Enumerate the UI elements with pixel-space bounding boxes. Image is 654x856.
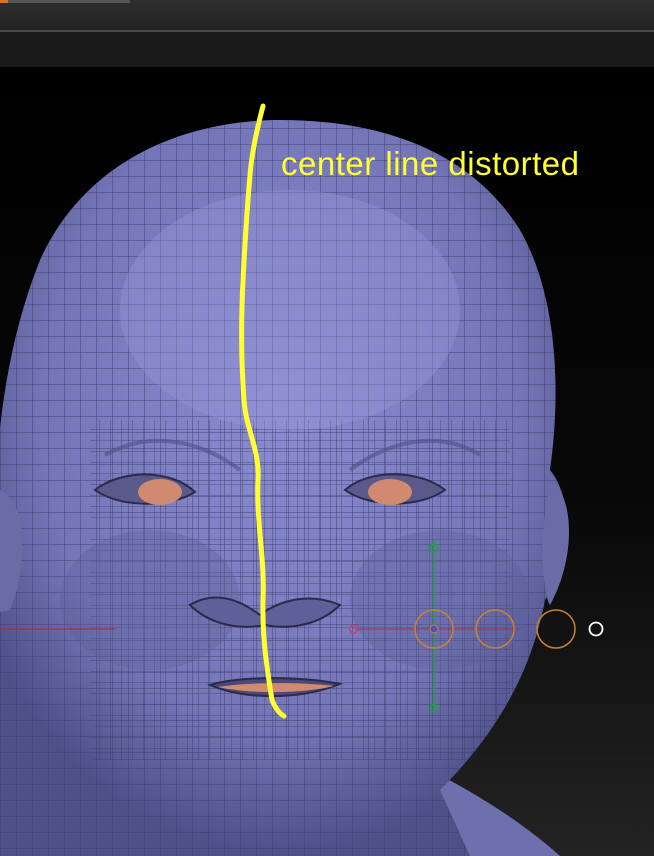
viewport-canvas[interactable] (0, 67, 654, 856)
annotation-label: center line distorted (281, 145, 580, 182)
pivot-circle-icon[interactable] (588, 621, 604, 637)
rotate-ring-icon[interactable] (536, 609, 576, 649)
active-tab-indicator[interactable] (0, 0, 130, 3)
3d-viewport[interactable]: center line distorted (0, 67, 654, 856)
head-mesh (0, 120, 570, 856)
toolbar (0, 30, 654, 69)
app-title-bar (0, 0, 654, 30)
